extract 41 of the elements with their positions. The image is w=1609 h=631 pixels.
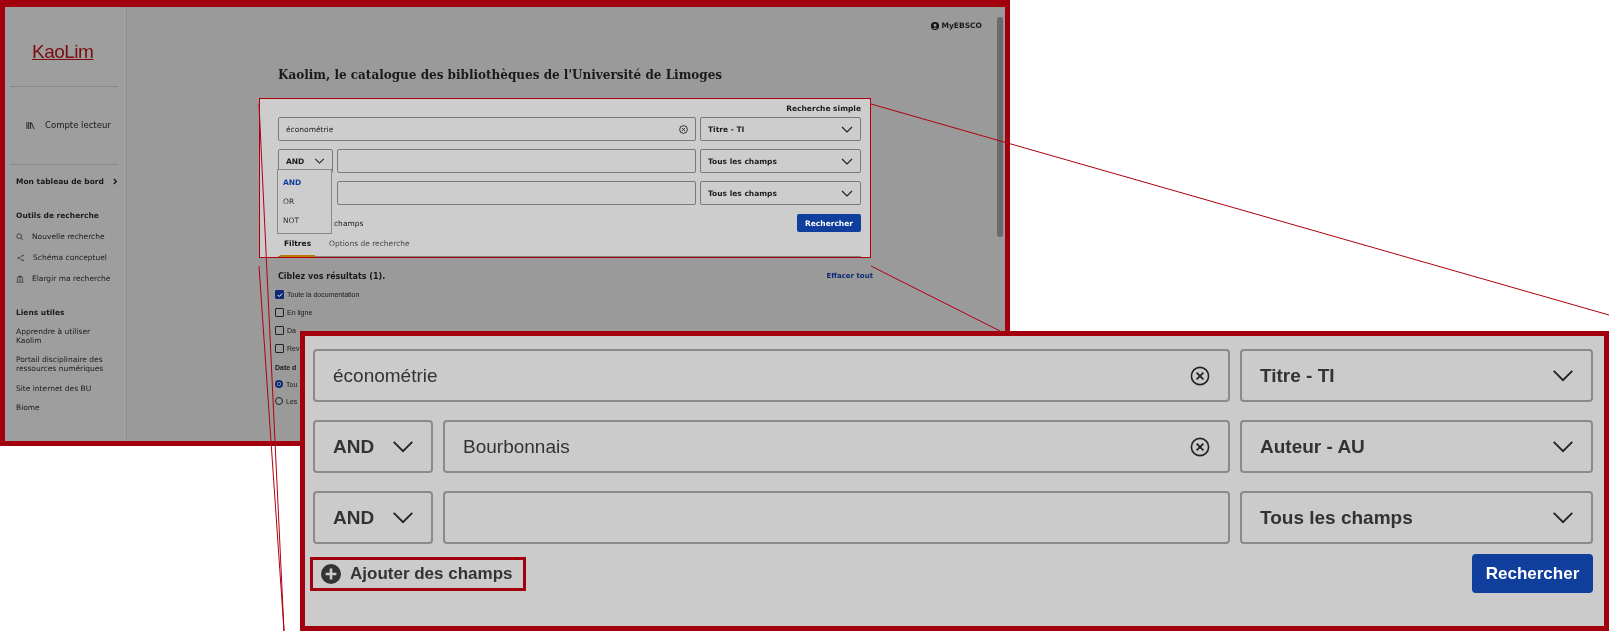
search-field[interactable]	[337, 149, 696, 173]
logo[interactable]: KaoLim	[32, 41, 94, 63]
clear-icon[interactable]	[1190, 365, 1210, 386]
filters-heading: Ciblez vos résultats (1).	[278, 272, 386, 281]
chevron-icon	[841, 157, 853, 165]
checkbox[interactable]	[275, 308, 284, 317]
search-field[interactable]	[443, 491, 1230, 544]
page-title: Kaolim, le catalogue des bibliothèques de l'Université de Limoges	[278, 68, 724, 82]
user-icon	[930, 21, 939, 30]
checkbox[interactable]	[275, 326, 284, 335]
chevron-icon	[314, 158, 325, 164]
chevron-icon	[1551, 369, 1575, 382]
plus-icon	[321, 563, 341, 584]
chevron-icon	[113, 178, 118, 185]
search-field[interactable]: Bourbonnais	[443, 420, 1230, 473]
account-link[interactable]: Compte lecteur	[45, 120, 111, 130]
books-icon	[26, 120, 35, 130]
chevron-icon	[391, 511, 415, 524]
operator-select[interactable]: AND	[313, 491, 433, 544]
chevron-icon	[1551, 440, 1575, 453]
search-field[interactable]: économétrie	[313, 349, 1230, 402]
search-field[interactable]	[337, 181, 696, 205]
scrollbar[interactable]	[997, 17, 1003, 237]
checkbox[interactable]	[275, 344, 284, 353]
chevron-icon	[1551, 511, 1575, 524]
clear-icon[interactable]	[1190, 436, 1210, 457]
bank-icon	[16, 274, 24, 283]
add-fields-button[interactable]: Ajouter des champs	[310, 556, 526, 591]
chevron-icon	[841, 125, 853, 133]
search-icon	[16, 232, 24, 241]
chevron-icon	[391, 440, 415, 453]
clear-icon[interactable]	[679, 124, 688, 134]
network-icon	[16, 253, 25, 262]
field-select[interactable]: Auteur - AU	[1240, 420, 1593, 473]
chevron-icon	[841, 189, 853, 197]
checkbox[interactable]	[275, 290, 284, 299]
field-select[interactable]: Titre - TI	[1240, 349, 1593, 402]
search-button[interactable]: Rechercher	[1472, 554, 1593, 593]
radio-button[interactable]	[275, 380, 283, 388]
field-select[interactable]: Tous les champs	[1240, 491, 1593, 544]
operator-select[interactable]: AND	[313, 420, 433, 473]
